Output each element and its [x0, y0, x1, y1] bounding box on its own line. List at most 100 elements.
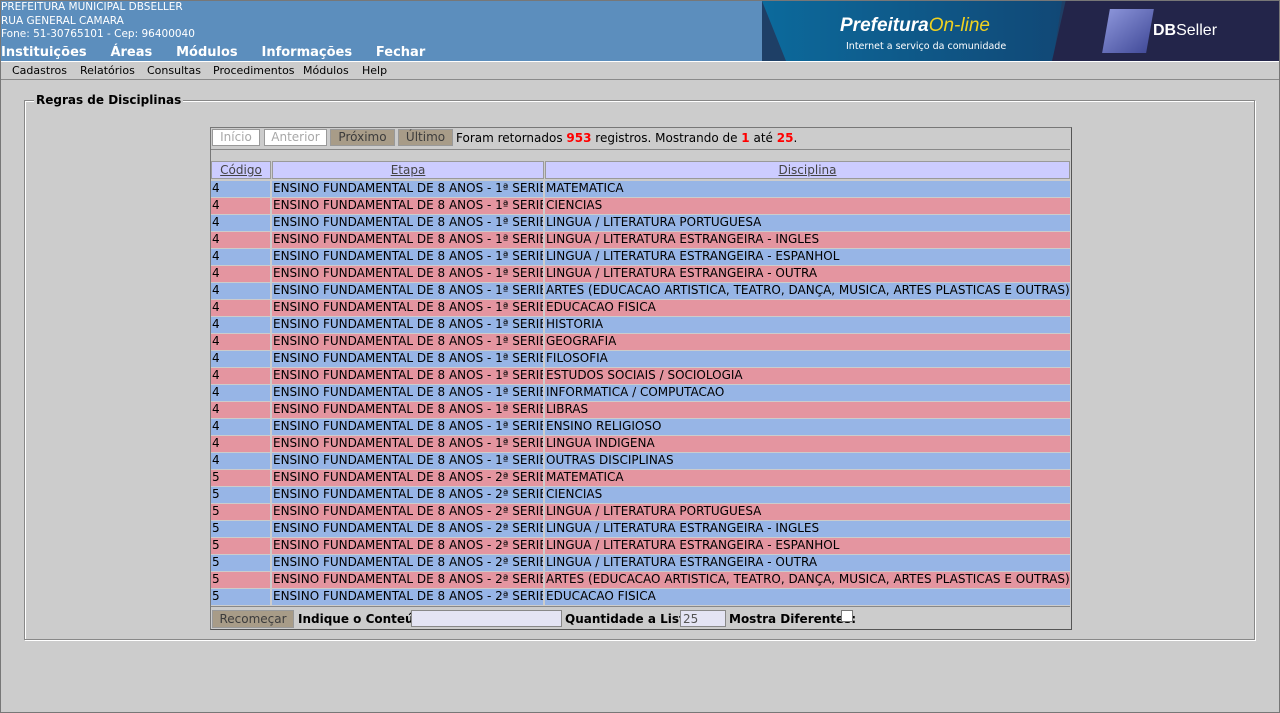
- banner: PrefeituraOn-line Internet a serviço da …: [762, 1, 1279, 61]
- menu-consultas[interactable]: Consultas: [147, 64, 201, 77]
- restart-button[interactable]: Recomeçar: [212, 610, 294, 628]
- top-nav-informacoes[interactable]: Informações: [261, 45, 352, 60]
- menu-relatorios[interactable]: Relatórios: [80, 64, 135, 77]
- cell-disciplina: LINGUA / LITERATURA ESTRANGEIRA - OUTRA: [545, 266, 1070, 282]
- first-page-button[interactable]: Início: [212, 129, 260, 146]
- org-info: PREFEITURA MUNICIPAL DBSELLER RUA GENERA…: [1, 1, 195, 42]
- cell-disciplina: CIENCIAS: [545, 487, 1070, 503]
- table-row[interactable]: 5 ENSINO FUNDAMENTAL DE 8 ANOS - 2ª SERIE…: [211, 538, 1070, 554]
- cell-disciplina: LINGUA / LITERATURA PORTUGUESA: [545, 504, 1070, 520]
- pager-from: 1: [741, 131, 750, 145]
- menu-cadastros[interactable]: Cadastros: [12, 64, 67, 77]
- table-row[interactable]: 5 ENSINO FUNDAMENTAL DE 8 ANOS - 2ª SERIE…: [211, 555, 1070, 571]
- cell-etapa: ENSINO FUNDAMENTAL DE 8 ANOS - 1ª SERIE: [272, 181, 543, 197]
- cell-disciplina: LINGUA / LITERATURA ESTRANGEIRA - INGLES: [545, 521, 1070, 537]
- table-row[interactable]: 4 ENSINO FUNDAMENTAL DE 8 ANOS - 1ª SERIE…: [211, 215, 1070, 231]
- table-row[interactable]: 4 ENSINO FUNDAMENTAL DE 8 ANOS - 1ª SERIE…: [211, 334, 1070, 350]
- table-row[interactable]: 4 ENSINO FUNDAMENTAL DE 8 ANOS - 1ª SERIE…: [211, 453, 1070, 469]
- cell-codigo: 5: [211, 538, 270, 554]
- cell-disciplina: MATEMATICA: [545, 181, 1070, 197]
- previous-page-button[interactable]: Anterior: [264, 129, 327, 146]
- cell-etapa: ENSINO FUNDAMENTAL DE 8 ANOS - 1ª SERIE: [272, 436, 543, 452]
- column-header-etapa[interactable]: Etapa: [272, 161, 544, 179]
- table-row[interactable]: 4 ENSINO FUNDAMENTAL DE 8 ANOS - 1ª SERIE…: [211, 419, 1070, 435]
- table-row[interactable]: 5 ENSINO FUNDAMENTAL DE 8 ANOS - 2ª SERIE…: [211, 504, 1070, 520]
- table-row[interactable]: 4 ENSINO FUNDAMENTAL DE 8 ANOS - 1ª SERIE…: [211, 249, 1070, 265]
- quantity-input[interactable]: [680, 610, 726, 627]
- cell-etapa: ENSINO FUNDAMENTAL DE 8 ANOS - 2ª SERIE: [272, 572, 543, 588]
- table-row[interactable]: 5 ENSINO FUNDAMENTAL DE 8 ANOS - 2ª SERIE…: [211, 521, 1070, 537]
- cell-disciplina: MATEMATICA: [545, 470, 1070, 486]
- cell-codigo: 4: [211, 402, 270, 418]
- brand-light: Seller: [1176, 22, 1218, 39]
- cell-etapa: ENSINO FUNDAMENTAL DE 8 ANOS - 1ª SERIE: [272, 249, 543, 265]
- cell-etapa: ENSINO FUNDAMENTAL DE 8 ANOS - 2ª SERIE: [272, 504, 543, 520]
- dbseller-logo-icon: [1102, 9, 1154, 53]
- cell-disciplina: GEOGRAFIA: [545, 334, 1070, 350]
- table-row[interactable]: 4 ENSINO FUNDAMENTAL DE 8 ANOS - 1ª SERIE…: [211, 181, 1070, 197]
- cell-codigo: 4: [211, 198, 270, 214]
- column-header-disciplina[interactable]: Disciplina: [545, 161, 1070, 179]
- cell-etapa: ENSINO FUNDAMENTAL DE 8 ANOS - 1ª SERIE: [272, 453, 543, 469]
- header: PREFEITURA MUNICIPAL DBSELLER RUA GENERA…: [0, 0, 1280, 61]
- table-row[interactable]: 5 ENSINO FUNDAMENTAL DE 8 ANOS - 2ª SERIE…: [211, 572, 1070, 588]
- cell-etapa: ENSINO FUNDAMENTAL DE 8 ANOS - 2ª SERIE: [272, 555, 543, 571]
- menu-help[interactable]: Help: [362, 64, 387, 77]
- table-row[interactable]: 4 ENSINO FUNDAMENTAL DE 8 ANOS - 1ª SERIE…: [211, 232, 1070, 248]
- cell-codigo: 4: [211, 215, 270, 231]
- cell-etapa: ENSINO FUNDAMENTAL DE 8 ANOS - 1ª SERIE: [272, 232, 543, 248]
- cell-codigo: 4: [211, 300, 270, 316]
- distinct-checkbox[interactable]: [841, 610, 853, 622]
- table-row[interactable]: 4 ENSINO FUNDAMENTAL DE 8 ANOS - 1ª SERIE…: [211, 402, 1070, 418]
- pager-text-end: .: [793, 131, 798, 145]
- cell-disciplina: LINGUA / LITERATURA ESTRANGEIRA - ESPANH…: [545, 538, 1070, 554]
- cell-disciplina: CIENCIAS: [545, 198, 1070, 214]
- top-nav-modulos[interactable]: Módulos: [176, 45, 238, 60]
- cell-etapa: ENSINO FUNDAMENTAL DE 8 ANOS - 1ª SERIE: [272, 215, 543, 231]
- table-row[interactable]: 4 ENSINO FUNDAMENTAL DE 8 ANOS - 1ª SERIE…: [211, 385, 1070, 401]
- last-page-button[interactable]: Último: [398, 129, 453, 146]
- table-row[interactable]: 4 ENSINO FUNDAMENTAL DE 8 ANOS - 1ª SERIE…: [211, 300, 1070, 316]
- table-row[interactable]: 4 ENSINO FUNDAMENTAL DE 8 ANOS - 1ª SERIE…: [211, 351, 1070, 367]
- cell-codigo: 4: [211, 181, 270, 197]
- brand-bold: DB: [1153, 22, 1177, 39]
- cell-codigo: 4: [211, 385, 270, 401]
- table-row[interactable]: 5 ENSINO FUNDAMENTAL DE 8 ANOS - 2ª SERIE…: [211, 487, 1070, 503]
- top-nav-fechar[interactable]: Fechar: [376, 45, 425, 60]
- cell-codigo: 5: [211, 589, 270, 605]
- pager-total: 953: [566, 131, 592, 145]
- section-title: Regras de Disciplinas: [34, 93, 184, 107]
- content-input[interactable]: [411, 610, 562, 627]
- table-row[interactable]: 4 ENSINO FUNDAMENTAL DE 8 ANOS - 1ª SERIE…: [211, 283, 1070, 299]
- table-row[interactable]: 4 ENSINO FUNDAMENTAL DE 8 ANOS - 1ª SERIE…: [211, 317, 1070, 333]
- table-row[interactable]: 4 ENSINO FUNDAMENTAL DE 8 ANOS - 1ª SERIE…: [211, 436, 1070, 452]
- table-row[interactable]: 5 ENSINO FUNDAMENTAL DE 8 ANOS - 2ª SERIE…: [211, 589, 1070, 605]
- cell-codigo: 4: [211, 266, 270, 282]
- next-page-button[interactable]: Próximo: [330, 129, 395, 146]
- cell-etapa: ENSINO FUNDAMENTAL DE 8 ANOS - 1ª SERIE: [272, 419, 543, 435]
- org-address: RUA GENERAL CAMARA: [1, 14, 124, 27]
- table-row[interactable]: 4 ENSINO FUNDAMENTAL DE 8 ANOS - 1ª SERIE…: [211, 266, 1070, 282]
- cell-codigo: 5: [211, 555, 270, 571]
- top-nav-areas[interactable]: Áreas: [110, 45, 152, 60]
- menu-modulos[interactable]: Módulos: [303, 64, 349, 77]
- cell-codigo: 4: [211, 351, 270, 367]
- column-header-codigo[interactable]: Código: [211, 161, 271, 179]
- cell-disciplina: ARTES (EDUCACAO ARTISTICA, TEATRO, DANÇA…: [545, 572, 1070, 588]
- cell-etapa: ENSINO FUNDAMENTAL DE 8 ANOS - 2ª SERIE: [272, 538, 543, 554]
- cell-disciplina: EDUCACAO FISICA: [545, 300, 1070, 316]
- table-row[interactable]: 4 ENSINO FUNDAMENTAL DE 8 ANOS - 1ª SERIE…: [211, 368, 1070, 384]
- menu-procedimentos[interactable]: Procedimentos: [213, 64, 295, 77]
- cell-codigo: 4: [211, 232, 270, 248]
- cell-codigo: 4: [211, 249, 270, 265]
- top-nav-instituicoes[interactable]: Instituições: [1, 45, 87, 60]
- cell-disciplina: ENSINO RELIGIOSO: [545, 419, 1070, 435]
- cell-codigo: 5: [211, 487, 270, 503]
- table-row[interactable]: 5 ENSINO FUNDAMENTAL DE 8 ANOS - 2ª SERIE…: [211, 470, 1070, 486]
- prefeitura-online-logo: PrefeituraOn-line: [840, 15, 990, 37]
- cell-disciplina: ARTES (EDUCACAO ARTISTICA, TEATRO, DANÇA…: [545, 283, 1070, 299]
- table-row[interactable]: 4 ENSINO FUNDAMENTAL DE 8 ANOS - 1ª SERIE…: [211, 198, 1070, 214]
- cell-disciplina: LIBRAS: [545, 402, 1070, 418]
- cell-disciplina: LINGUA / LITERATURA ESTRANGEIRA - ESPANH…: [545, 249, 1070, 265]
- cell-etapa: ENSINO FUNDAMENTAL DE 8 ANOS - 1ª SERIE: [272, 334, 543, 350]
